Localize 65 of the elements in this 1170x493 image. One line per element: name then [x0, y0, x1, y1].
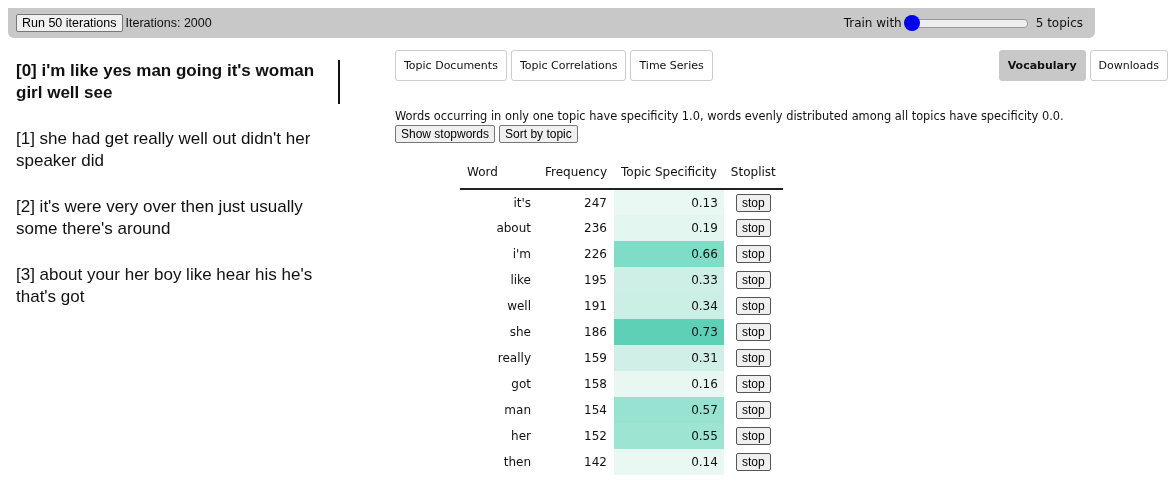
word-cell-text: got: [510, 376, 532, 393]
word-cell-text: well: [506, 298, 532, 315]
specificity-cell: 0.55: [614, 423, 724, 449]
stop-button[interactable]: stop: [735, 193, 771, 212]
stop-button[interactable]: stop: [735, 453, 771, 471]
specificity-cell: 0.16: [614, 371, 724, 397]
topic-item[interactable]: [3] about your her boy like hear his he's that's got: [16, 264, 340, 308]
topics-slider[interactable]: [903, 15, 1028, 31]
word-cell: it's: [460, 189, 538, 215]
specificity-description: Words occurring in only one topic have specificity 1.0, words evenly distributed among all topics have specificity 0.0.: [395, 109, 1065, 123]
frequency-cell: 142: [538, 449, 614, 475]
stop-button[interactable]: stop: [735, 245, 771, 263]
specificity-cell: 0.66: [614, 241, 724, 267]
column-header[interactable]: Word: [460, 161, 538, 189]
sort-by-topic-button[interactable]: Sort by topic: [499, 125, 578, 143]
frequency-cell: 195: [538, 267, 614, 293]
word-cell-text: i'm: [511, 246, 532, 263]
stop-button[interactable]: stop: [735, 271, 771, 289]
topic-item[interactable]: [2] it's were very over then just usually some there's around: [16, 196, 340, 240]
frequency-cell: 152: [538, 423, 614, 449]
word-cell-text: she: [508, 324, 532, 341]
word-cell-text: then: [502, 454, 532, 471]
topic-item[interactable]: [1] she had get really well out didn't her speaker did: [16, 128, 340, 172]
specificity-cell: 0.14: [614, 449, 724, 475]
topic-item[interactable]: [0] i'm like yes man going it's woman girl well see: [16, 60, 340, 104]
stop-button[interactable]: stop: [735, 375, 771, 393]
iterations-count: Iterations: 2000: [125, 16, 212, 30]
stop-button[interactable]: stop: [735, 219, 771, 237]
train-with-label: Train with: [843, 16, 902, 30]
specificity-cell: 0.33: [614, 267, 724, 293]
column-header[interactable]: Frequency: [538, 161, 614, 189]
stop-button[interactable]: stop: [735, 323, 771, 341]
stop-button[interactable]: stop: [735, 349, 771, 367]
column-header[interactable]: Stoplist: [723, 161, 783, 189]
run-iterations-button[interactable]: Run 50 iterations: [16, 14, 123, 32]
word-cell-text: about: [495, 220, 532, 237]
specificity-cell: 0.13: [614, 189, 724, 215]
word-cell-text: really: [496, 350, 532, 367]
specificity-cell: 0.31: [614, 345, 724, 371]
specificity-cell: 0.34: [614, 293, 724, 319]
tab[interactable]: Topic Documents: [395, 50, 507, 81]
specificity-cell: 0.73: [614, 319, 724, 345]
word-cell-text: man: [503, 402, 532, 419]
tab[interactable]: Time Series: [630, 50, 713, 81]
specificity-cell: 0.57: [614, 397, 724, 423]
topics-count: 5 topics: [1035, 16, 1083, 30]
word-cell-text: like: [509, 272, 532, 289]
frequency-cell: 154: [538, 397, 614, 423]
tab[interactable]: Topic Correlations: [510, 50, 627, 81]
specificity-cell: 0.19: [614, 215, 724, 241]
tab[interactable]: Vocabulary: [998, 50, 1086, 81]
stop-button[interactable]: stop: [735, 427, 771, 445]
frequency-cell: 159: [538, 345, 614, 371]
slider-thumb[interactable]: [903, 15, 920, 31]
show-stopwords-button[interactable]: Show stopwords: [395, 125, 496, 143]
word-cell-text: her: [510, 428, 532, 445]
frequency-cell: 236: [538, 215, 614, 241]
frequency-cell: 191: [538, 293, 614, 319]
stop-button[interactable]: stop: [735, 401, 771, 419]
frequency-cell: 226: [538, 241, 614, 267]
frequency-cell: 186: [538, 319, 614, 345]
stop-button[interactable]: stop: [735, 297, 771, 315]
frequency-cell: 247: [538, 189, 614, 215]
frequency-cell: 158: [538, 371, 614, 397]
tab[interactable]: Downloads: [1089, 50, 1168, 81]
